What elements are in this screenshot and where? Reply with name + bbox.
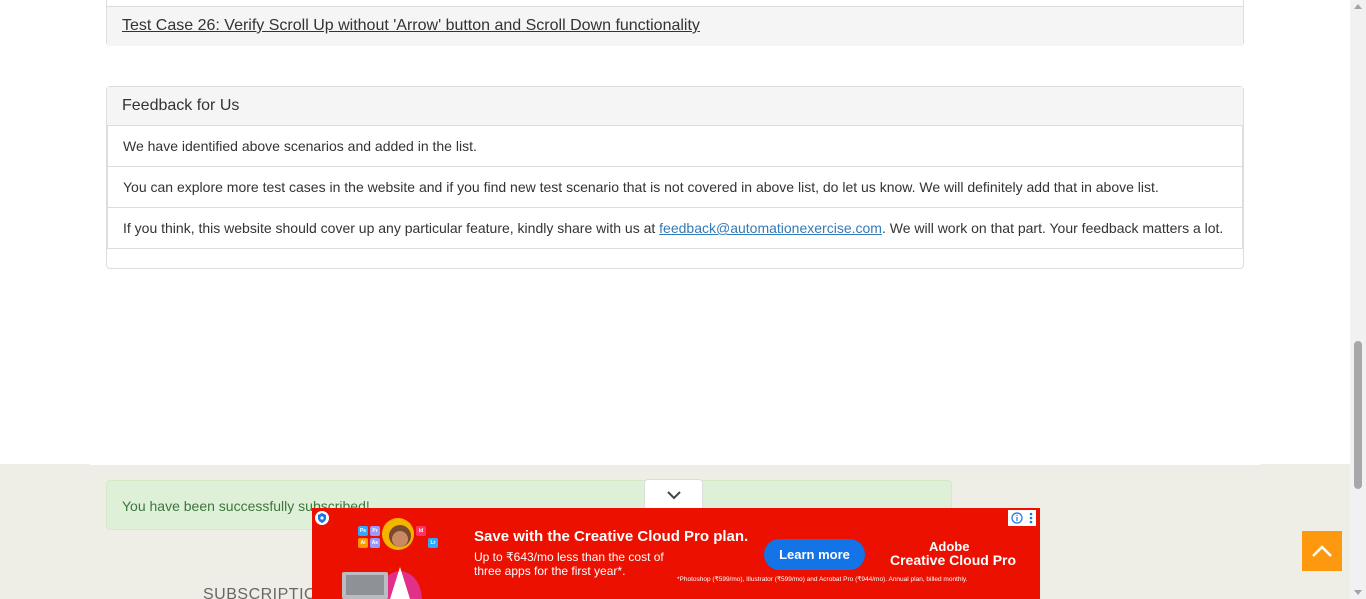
test-case-panel: Test Case 26: Verify Scroll Up without '…	[106, 0, 1244, 46]
more-vertical-icon[interactable]	[1029, 512, 1033, 524]
feedback-title: Feedback for Us	[107, 87, 1243, 126]
scrollbar[interactable]	[1350, 0, 1366, 599]
ad-fine-print: *Photoshop (₹599/mo), Illustrator (₹599/…	[677, 576, 968, 583]
scrollbar-up-arrow[interactable]	[1354, 4, 1362, 9]
ad-body: Up to ₹643/mo less than the cost of thre…	[474, 550, 664, 578]
scroll-up-button[interactable]	[1302, 531, 1342, 571]
tile: Id	[416, 526, 426, 536]
tile: Ps	[358, 526, 368, 536]
ad-collapse-button[interactable]	[644, 479, 703, 509]
ad-banner[interactable]: Ps Pr Ai Ae Id Lr Save with the Creative…	[312, 508, 1040, 599]
page: Test Case 26: Verify Scroll Up without '…	[0, 0, 1350, 599]
feedback-panel: Feedback for Us We have identified above…	[106, 86, 1244, 269]
list-item: You can explore more test cases in the w…	[107, 167, 1243, 208]
footer-divider	[90, 464, 1260, 465]
chevron-down-icon	[666, 490, 681, 499]
chevron-up-icon	[1312, 545, 1332, 557]
ad-choices[interactable]	[1008, 510, 1036, 526]
feedback-text: If you think, this website should cover …	[123, 220, 660, 236]
learn-more-button[interactable]: Learn more	[764, 539, 865, 570]
feedback-email-link[interactable]: feedback@automationexercise.com	[659, 220, 882, 236]
test-case-heading: Test Case 26: Verify Scroll Up without '…	[107, 6, 1243, 46]
tile: Ai	[358, 538, 368, 548]
tile: Ae	[370, 538, 380, 548]
ad-illustration: Ps Pr Ai Ae Id Lr	[340, 512, 470, 599]
ad-headline: Save with the Creative Cloud Pro plan.	[474, 528, 749, 545]
list-item: If you think, this website should cover …	[107, 208, 1243, 249]
scrollbar-thumb[interactable]	[1354, 341, 1362, 489]
scrollbar-down-arrow[interactable]	[1354, 590, 1362, 595]
tile: Lr	[428, 538, 438, 548]
list-item: We have identified above scenarios and a…	[107, 126, 1243, 167]
ad-brand-product: Creative Cloud Pro	[890, 552, 1017, 568]
feedback-list: We have identified above scenarios and a…	[107, 126, 1243, 249]
feedback-text: . We will work on that part. Your feedba…	[881, 220, 1224, 236]
subscription-title: SUBSCRIPTION	[203, 586, 330, 599]
test-case-26-link[interactable]: Test Case 26: Verify Scroll Up without '…	[122, 17, 700, 34]
info-icon[interactable]	[1011, 512, 1023, 524]
tile: Pr	[370, 526, 380, 536]
shield-icon	[315, 511, 329, 525]
